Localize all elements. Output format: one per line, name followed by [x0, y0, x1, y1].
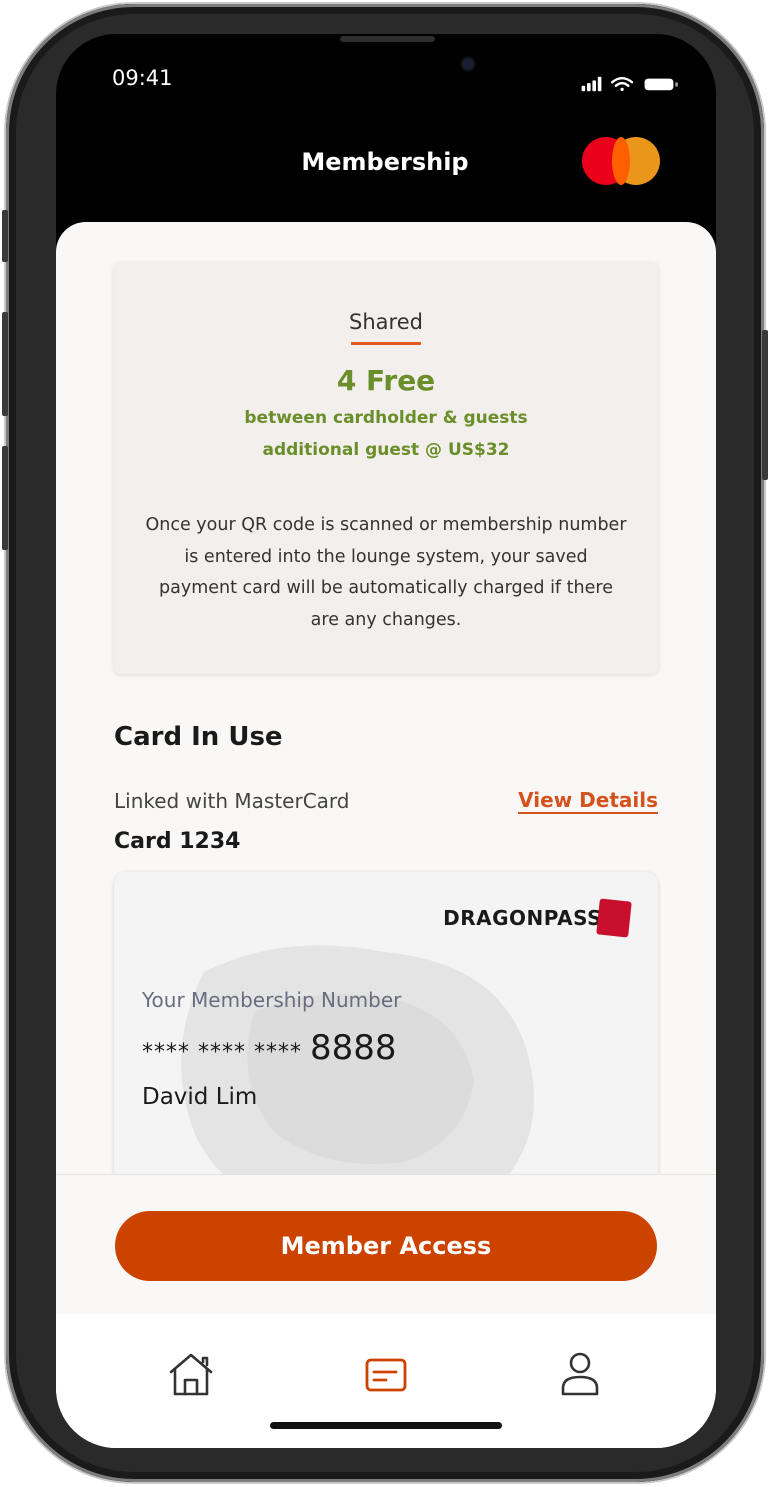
membership-number: **** **** **** 8888: [142, 1028, 397, 1068]
linked-card-text: Linked with MasterCard: [114, 789, 350, 813]
membership-number-last: 8888: [310, 1028, 397, 1068]
benefit-panel: Shared 4 Free between cardholder & guest…: [114, 262, 658, 674]
home-indicator[interactable]: [270, 1422, 502, 1429]
membership-number-label: Your Membership Number: [142, 988, 402, 1012]
card-holder-name: David Lim: [142, 1084, 258, 1110]
member-access-button[interactable]: Member Access: [115, 1211, 657, 1281]
speaker-grill: [340, 36, 435, 42]
view-details-link[interactable]: View Details: [518, 788, 658, 814]
brand-logo: DRAGONPASS: [443, 906, 602, 930]
guest-fee-note: additional guest @ US$32: [262, 440, 510, 460]
status-icons: [581, 76, 678, 92]
brand-seal-icon: [596, 898, 632, 938]
mastercard-logo-icon: [582, 137, 660, 185]
front-camera: [462, 58, 474, 70]
content-sheet: Shared 4 Free between cardholder & guest…: [56, 222, 716, 1448]
wifi-icon: [611, 76, 634, 92]
battery-icon: [644, 78, 678, 91]
tab-active-indicator: [351, 342, 421, 345]
free-visits-count: 4 Free: [336, 364, 436, 397]
status-time: 09:41: [112, 66, 173, 90]
tab-bar: [56, 1314, 716, 1448]
side-button-volume-up: [2, 312, 8, 416]
section-title: Card In Use: [114, 722, 283, 752]
profile-icon[interactable]: [550, 1350, 610, 1400]
side-button-volume-down: [2, 446, 8, 550]
membership-number-masked: **** **** ****: [142, 1040, 302, 1065]
side-button-power: [762, 330, 768, 480]
free-visits-note: between cardholder & guests: [244, 408, 528, 428]
card-label: Card 1234: [114, 829, 241, 854]
charge-description: Once your QR code is scanned or membersh…: [145, 515, 627, 630]
card-icon[interactable]: [356, 1350, 416, 1400]
side-button-mute: [2, 210, 8, 262]
home-icon[interactable]: [161, 1350, 221, 1400]
tab-shared[interactable]: Shared: [114, 310, 658, 334]
signal-icon: [581, 76, 602, 92]
bottom-action-area: Member Access: [56, 1174, 716, 1315]
